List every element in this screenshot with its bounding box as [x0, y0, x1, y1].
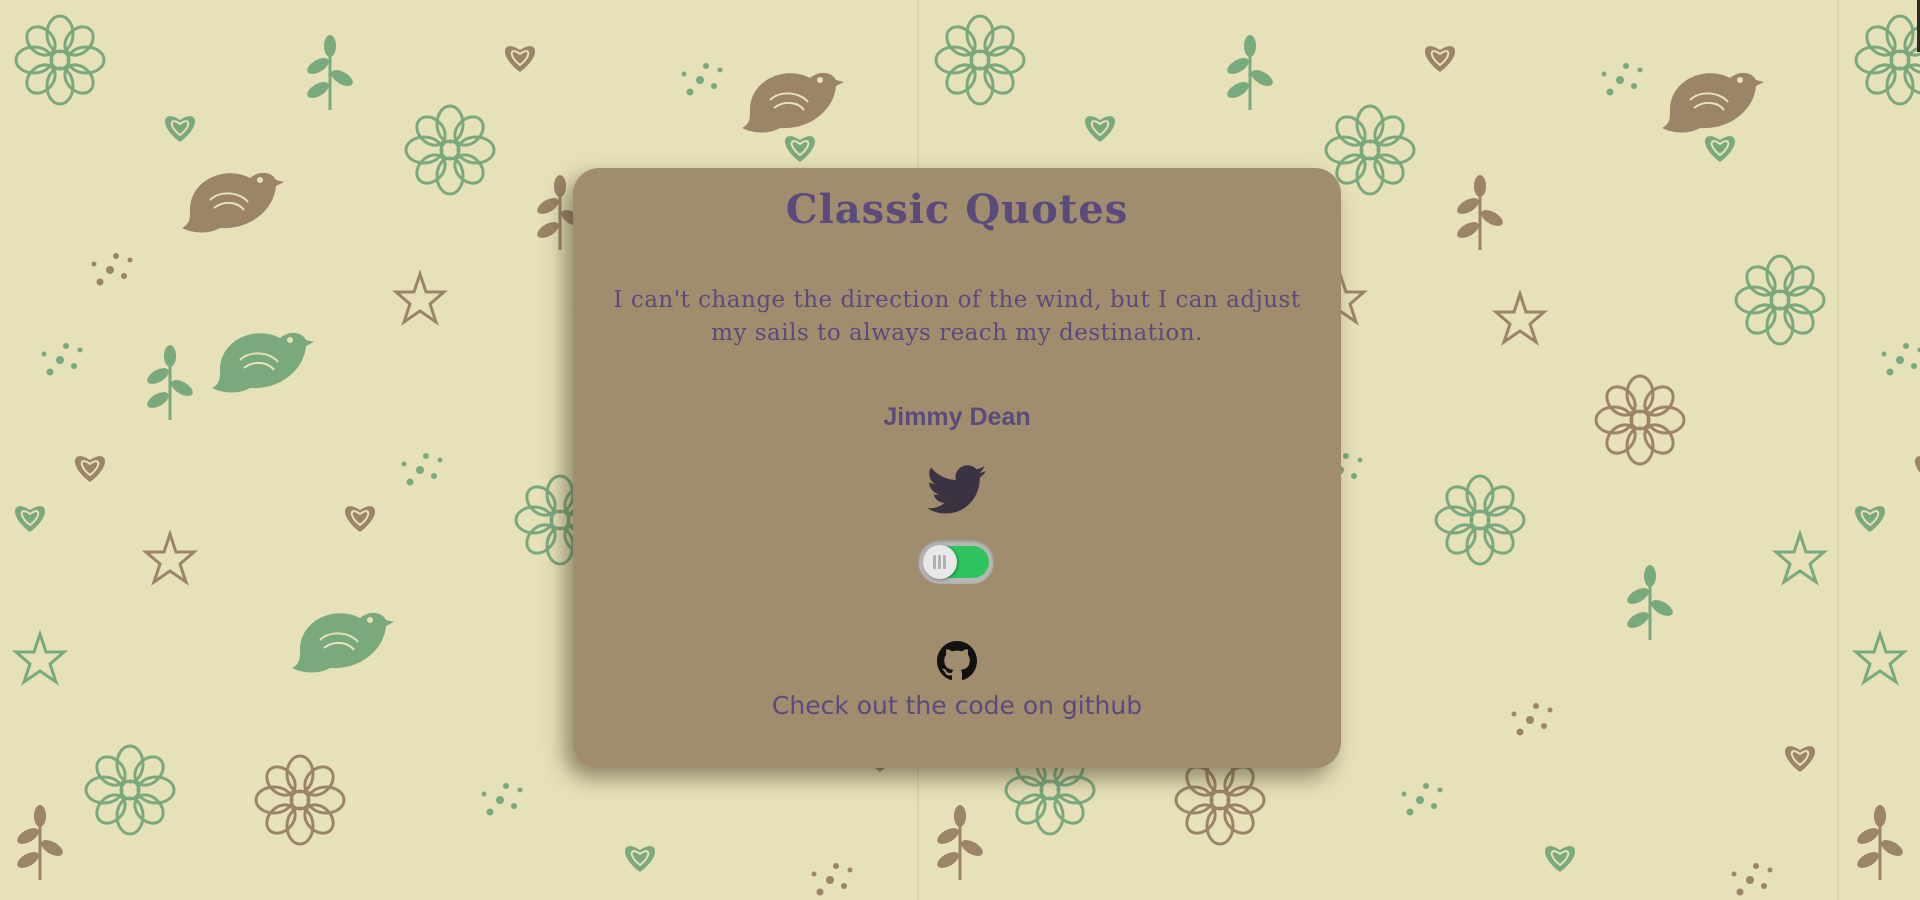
theme-toggle-switch[interactable] [918, 540, 994, 584]
quote-card: Classic Quotes I can't change the direct… [573, 168, 1341, 768]
page-title: Classic Quotes [785, 186, 1129, 233]
quote-text: I can't change the direction of the wind… [613, 287, 1301, 346]
twitter-bird-icon [927, 465, 986, 514]
github-link[interactable]: Check out the code on github [573, 641, 1341, 720]
tweet-button[interactable] [927, 464, 987, 516]
toggle-knob [923, 545, 957, 579]
github-link-text: Check out the code on github [771, 691, 1143, 720]
github-icon [937, 641, 977, 681]
quote-author: Jimmy Dean [883, 403, 1031, 431]
